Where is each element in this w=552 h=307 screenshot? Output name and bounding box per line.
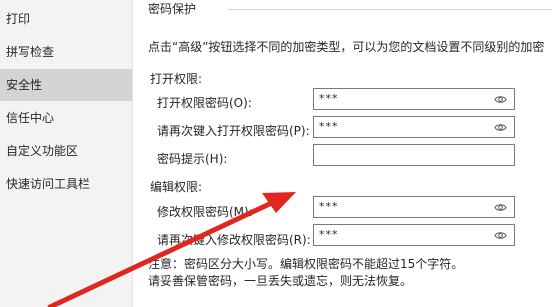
sidebar-item-print[interactable]: 打印 (0, 3, 132, 35)
open-password-confirm-label: 请再次键入打开权限密码(P): (157, 124, 310, 138)
encryption-description: 点击“高级”按钮选择不同的加密类型，可以为您的文档设置不同级别的加密 (148, 40, 545, 54)
sidebar-item-customize-ribbon[interactable]: 自定义功能区 (0, 135, 132, 167)
open-permission-section-label: 打开权限: (150, 72, 203, 86)
open-password-confirm-field[interactable]: *** (313, 116, 515, 138)
sidebar-item-security[interactable]: 安全性 (0, 69, 132, 101)
edit-password-confirm-label: 请再次键入修改权限密码(R): (157, 233, 311, 247)
edit-password-confirm-field[interactable]: *** (313, 224, 515, 246)
edit-password-field[interactable]: *** (313, 196, 515, 218)
sidebar-item-spell-check[interactable]: 拼写检查 (0, 36, 132, 68)
eye-icon[interactable] (494, 229, 507, 242)
password-note-line1: 注意：密码区分大小写。编辑权限密码不能超过15个字符。 (148, 257, 464, 271)
edit-password-value: *** (319, 200, 339, 213)
eye-icon[interactable] (494, 201, 507, 214)
password-protection-header: 密码保护 (148, 2, 197, 16)
open-password-value: *** (319, 92, 339, 105)
open-password-confirm-value: *** (319, 120, 339, 133)
edit-password-label: 修改权限密码(M): (157, 205, 253, 219)
open-password-field[interactable]: *** (313, 88, 515, 110)
edit-password-confirm-value: *** (319, 228, 339, 241)
password-note-line2: 请妥善保管密码，一旦丢失或遗忘，则无法恢复。 (148, 274, 413, 288)
eye-icon[interactable] (494, 121, 507, 134)
edit-permission-section-label: 编辑权限: (150, 180, 203, 194)
security-settings-panel: 密码保护 点击“高级”按钮选择不同的加密类型，可以为您的文档设置不同级别的加密 … (133, 0, 552, 307)
sidebar-item-quick-access-toolbar[interactable]: 快速访问工具栏 (0, 168, 132, 200)
group-divider (228, 9, 552, 10)
password-hint-field[interactable] (313, 144, 515, 166)
sidebar-item-trust-center[interactable]: 信任中心 (0, 102, 132, 134)
open-password-label: 打开权限密码(O): (157, 96, 252, 110)
eye-icon[interactable] (494, 93, 507, 106)
options-sidebar: 打印 拼写检查 安全性 信任中心 自定义功能区 快速访问工具栏 (0, 0, 133, 307)
password-hint-label: 密码提示(H): (157, 152, 228, 166)
